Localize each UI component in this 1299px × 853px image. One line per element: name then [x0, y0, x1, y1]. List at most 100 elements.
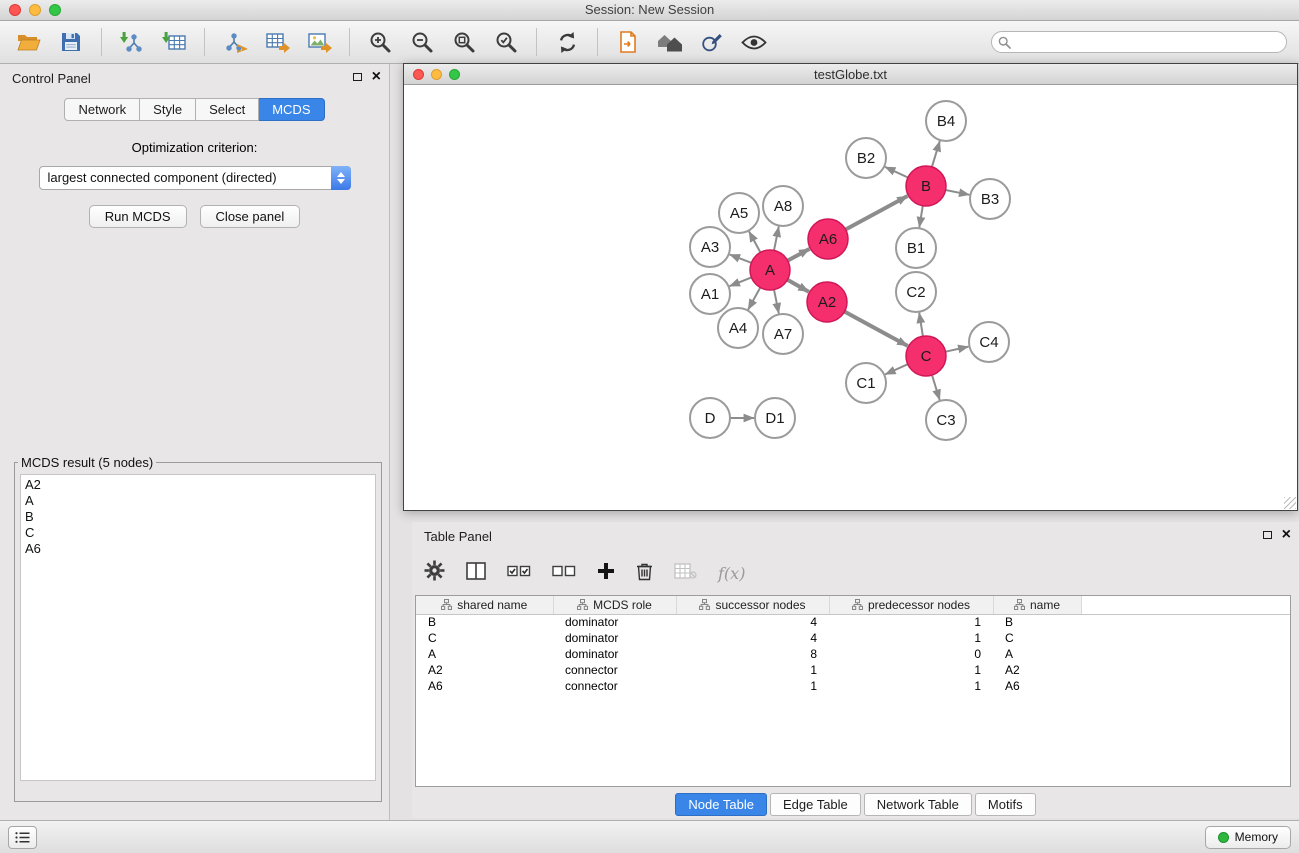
network-node-B1[interactable]: B1 — [896, 228, 936, 268]
table-cell[interactable]: 1 — [829, 678, 993, 694]
network-node-A7[interactable]: A7 — [763, 314, 803, 354]
network-node-C1[interactable]: C1 — [846, 363, 886, 403]
export-network-button[interactable] — [218, 25, 252, 59]
network-edge-A-A5[interactable] — [749, 231, 760, 252]
zoom-fit-button[interactable] — [447, 25, 481, 59]
network-node-A4[interactable]: A4 — [718, 308, 758, 348]
table-cell[interactable]: dominator — [553, 630, 676, 646]
close-network-window-button[interactable] — [413, 69, 424, 80]
table-cell[interactable]: 4 — [676, 614, 829, 630]
mcds-result-item[interactable]: B — [25, 509, 371, 525]
network-edge-B-B1[interactable] — [919, 206, 923, 228]
network-canvas[interactable]: B4B2BB3A5A8A6A3B1AC2A1A2A4A7C4CC1C3DD1 — [404, 86, 1297, 510]
mcds-result-item[interactable]: A6 — [25, 541, 371, 557]
column-header-shared-name[interactable]: shared name — [416, 596, 553, 614]
network-node-B4[interactable]: B4 — [926, 101, 966, 141]
table-cell[interactable]: 1 — [829, 630, 993, 646]
table-row-A[interactable]: Adominator80A — [416, 646, 1290, 662]
network-node-A6[interactable]: A6 — [808, 219, 848, 259]
table-cell[interactable]: 4 — [676, 630, 829, 646]
column-header-predecessor-nodes[interactable]: predecessor nodes — [829, 596, 993, 614]
table-cell[interactable]: B — [416, 614, 553, 630]
table-cell[interactable]: 1 — [829, 662, 993, 678]
table-cell[interactable]: A2 — [416, 662, 553, 678]
network-node-A[interactable]: A — [750, 250, 790, 290]
zoom-selected-button[interactable] — [489, 25, 523, 59]
network-edge-B-B2[interactable] — [885, 167, 908, 178]
network-node-C2[interactable]: C2 — [896, 272, 936, 312]
mcds-result-item[interactable]: C — [25, 525, 371, 541]
network-edge-A6-B[interactable] — [846, 196, 908, 230]
tab-network-table[interactable]: Network Table — [864, 793, 972, 816]
table-cell[interactable]: 1 — [829, 614, 993, 630]
search-box[interactable] — [991, 31, 1287, 53]
float-panel-icon[interactable] — [353, 73, 362, 81]
network-node-C4[interactable]: C4 — [969, 322, 1009, 362]
network-node-D[interactable]: D — [690, 398, 730, 438]
minimize-network-window-button[interactable] — [431, 69, 442, 80]
show-panels-button[interactable] — [8, 826, 37, 849]
close-panel-button[interactable]: Close panel — [200, 205, 301, 228]
zoom-out-button[interactable] — [405, 25, 439, 59]
save-session-button[interactable] — [54, 25, 88, 59]
optimization-criterion-select[interactable]: largest connected component (directed) — [39, 166, 351, 190]
run-mcds-button[interactable]: Run MCDS — [89, 205, 187, 228]
network-edge-C-C3[interactable] — [932, 375, 940, 400]
float-table-panel-icon[interactable] — [1263, 531, 1272, 539]
refresh-network-button[interactable] — [550, 25, 584, 59]
import-table-from-file-button[interactable] — [157, 25, 191, 59]
table-cell[interactable]: A6 — [993, 678, 1081, 694]
table-cell[interactable]: A — [416, 646, 553, 662]
open-session-button[interactable] — [12, 25, 46, 59]
tab-edge-table[interactable]: Edge Table — [770, 793, 861, 816]
network-edge-C-C4[interactable] — [946, 347, 969, 352]
close-panel-icon[interactable]: × — [372, 71, 381, 83]
tab-node-table[interactable]: Node Table — [675, 793, 767, 816]
import-network-from-file-button[interactable] — [115, 25, 149, 59]
network-edge-C-C2[interactable] — [919, 313, 923, 337]
network-node-A2[interactable]: A2 — [807, 282, 847, 322]
table-cell[interactable]: 1 — [676, 678, 829, 694]
mcds-result-item[interactable]: A — [25, 493, 371, 509]
table-cell[interactable]: dominator — [553, 614, 676, 630]
network-edge-A-A6[interactable] — [788, 249, 810, 261]
select-all-columns-button[interactable] — [507, 563, 531, 584]
network-edge-B-B4[interactable] — [932, 141, 940, 167]
table-cell[interactable]: A2 — [993, 662, 1081, 678]
table-row-C[interactable]: Cdominator41C — [416, 630, 1290, 646]
network-node-C3[interactable]: C3 — [926, 400, 966, 440]
network-edge-A-A7[interactable] — [774, 290, 779, 314]
network-node-A3[interactable]: A3 — [690, 227, 730, 267]
table-row-A2[interactable]: A2connector11A2 — [416, 662, 1290, 678]
unselect-all-columns-button[interactable] — [552, 563, 576, 584]
zoom-in-button[interactable] — [363, 25, 397, 59]
tab-motifs[interactable]: Motifs — [975, 793, 1036, 816]
tab-style[interactable]: Style — [140, 98, 196, 121]
tab-mcds[interactable]: MCDS — [259, 98, 324, 121]
network-edge-A-A3[interactable] — [730, 255, 752, 263]
column-header-name[interactable]: name — [993, 596, 1081, 614]
tab-network[interactable]: Network — [64, 98, 140, 121]
network-edge-C-C1[interactable] — [885, 364, 908, 374]
table-cell[interactable]: 0 — [829, 646, 993, 662]
table-settings-button[interactable] — [424, 560, 445, 586]
zoom-window-button[interactable] — [49, 4, 61, 16]
export-table-button[interactable] — [260, 25, 294, 59]
window-titlebar[interactable]: Session: New Session — [0, 0, 1299, 21]
table-cell[interactable]: dominator — [553, 646, 676, 662]
show-graphics-details-button[interactable] — [737, 25, 771, 59]
minimize-window-button[interactable] — [29, 4, 41, 16]
table-cell[interactable]: B — [993, 614, 1081, 630]
table-row-A6[interactable]: A6connector11A6 — [416, 678, 1290, 694]
network-edge-A-A1[interactable] — [730, 277, 752, 286]
network-node-A8[interactable]: A8 — [763, 186, 803, 226]
column-browser-button[interactable] — [466, 562, 486, 585]
column-header-MCDS-role[interactable]: MCDS role — [553, 596, 676, 614]
table-cell[interactable]: C — [993, 630, 1081, 646]
network-node-B[interactable]: B — [906, 166, 946, 206]
close-window-button[interactable] — [9, 4, 21, 16]
network-node-B3[interactable]: B3 — [970, 179, 1010, 219]
mcds-result-item[interactable]: A2 — [25, 477, 371, 493]
table-cell[interactable]: A — [993, 646, 1081, 662]
network-node-D1[interactable]: D1 — [755, 398, 795, 438]
